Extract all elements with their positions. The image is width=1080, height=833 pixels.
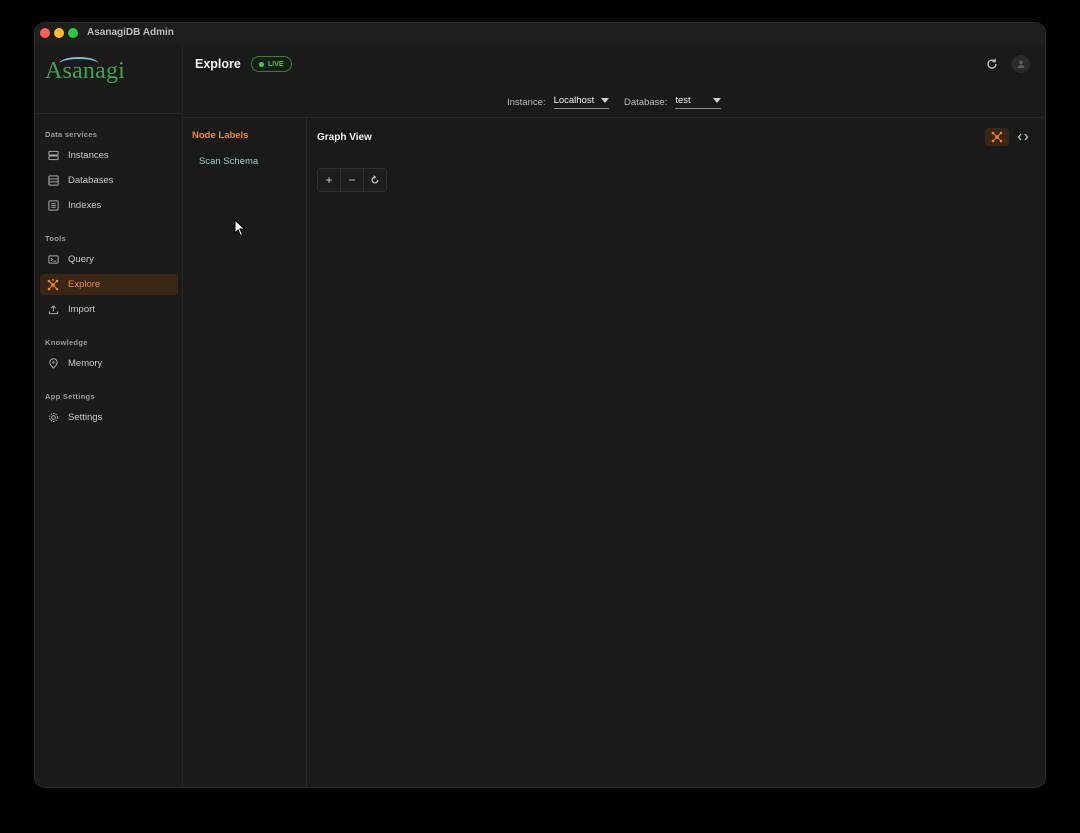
sidebar-item-explore[interactable]: Explore: [40, 274, 178, 295]
graph-view-panel[interactable]: Graph View + −: [307, 118, 1045, 787]
page-title: Explore: [195, 57, 241, 71]
reset-zoom-button[interactable]: [364, 169, 386, 191]
view-toggle: [985, 128, 1035, 146]
code-icon: [1017, 131, 1029, 143]
sidebar-item-label: Indexes: [68, 200, 102, 211]
status-badge: LIVE: [251, 56, 292, 72]
zoom-in-button[interactable]: +: [318, 169, 341, 191]
main-content: Explore LIVE Instance: Localhost Databas…: [183, 44, 1045, 787]
sidebar-item-indexes[interactable]: Indexes: [40, 195, 178, 216]
instance-label: Instance:: [507, 96, 546, 108]
sidebar: Asanagi Data services Instances Database…: [35, 44, 183, 787]
user-avatar-button[interactable]: [1012, 55, 1030, 73]
section-title-knowledge: Knowledge: [45, 338, 88, 347]
status-badge-label: LIVE: [268, 60, 284, 68]
database-selector: Database: test: [624, 95, 722, 109]
section-title-tools: Tools: [45, 234, 66, 243]
gear-icon: [47, 412, 59, 424]
zoom-out-button[interactable]: −: [341, 169, 364, 191]
reset-icon: [370, 175, 380, 185]
code-view-toggle-button[interactable]: [1011, 128, 1035, 146]
app-window: AsanagiDB Admin Asanagi Data services In…: [35, 23, 1045, 787]
sidebar-item-instances[interactable]: Instances: [40, 145, 178, 166]
graph-icon: [47, 278, 59, 291]
sidebar-item-label: Explore: [68, 279, 101, 290]
sidebar-item-label: Query: [68, 254, 94, 265]
sidebar-item-memory[interactable]: Memory: [40, 353, 178, 374]
graph-icon: [991, 131, 1003, 143]
refresh-icon: [986, 58, 998, 70]
instance-dropdown[interactable]: Localhost: [553, 95, 609, 109]
sidebar-item-query[interactable]: Query: [40, 249, 178, 270]
instance-value: Localhost: [553, 95, 595, 106]
sidebar-item-databases[interactable]: Databases: [40, 170, 178, 191]
zoom-window-button[interactable]: [68, 28, 78, 38]
database-value: test: [675, 95, 691, 106]
sidebar-divider: [35, 113, 182, 114]
terminal-icon: [47, 254, 59, 266]
sidebar-item-label: Memory: [68, 358, 103, 369]
database-dropdown[interactable]: test: [675, 95, 722, 109]
scan-schema-link[interactable]: Scan Schema: [199, 156, 258, 167]
sidebar-item-label: Settings: [68, 412, 103, 423]
sidebar-item-label: Import: [68, 304, 95, 315]
instance-selector: Instance: Localhost: [507, 95, 609, 109]
brain-icon: [47, 358, 59, 370]
sidebar-item-label: Instances: [68, 150, 109, 161]
graph-view-title: Graph View: [317, 132, 372, 143]
section-title-data-services: Data services: [45, 130, 98, 139]
window-title: AsanagiDB Admin: [87, 27, 174, 38]
database-label: Database:: [624, 96, 668, 108]
sidebar-item-label: Databases: [68, 175, 114, 186]
refresh-button[interactable]: [983, 55, 1001, 73]
graph-view-toggle-button[interactable]: [985, 128, 1009, 146]
title-bar: AsanagiDB Admin: [35, 23, 1045, 44]
index-icon: [47, 200, 59, 212]
upload-icon: [47, 304, 59, 316]
minimize-window-button[interactable]: [54, 28, 64, 38]
server-icon: [47, 150, 59, 162]
chevron-down-icon: [600, 98, 609, 103]
close-window-button[interactable]: [40, 28, 50, 38]
zoom-controls: + −: [317, 168, 387, 192]
chevron-down-icon: [713, 98, 722, 103]
sidebar-item-import[interactable]: Import: [40, 299, 178, 320]
section-title-app-settings: App Settings: [45, 392, 95, 401]
database-icon: [47, 175, 59, 187]
app-logo: Asanagi: [45, 58, 126, 84]
node-labels-heading: Node Labels: [192, 130, 249, 141]
sidebar-item-settings[interactable]: Settings: [40, 407, 178, 428]
mouse-cursor-icon: [234, 218, 246, 242]
live-dot-icon: [259, 61, 264, 67]
user-icon: [1016, 59, 1026, 69]
